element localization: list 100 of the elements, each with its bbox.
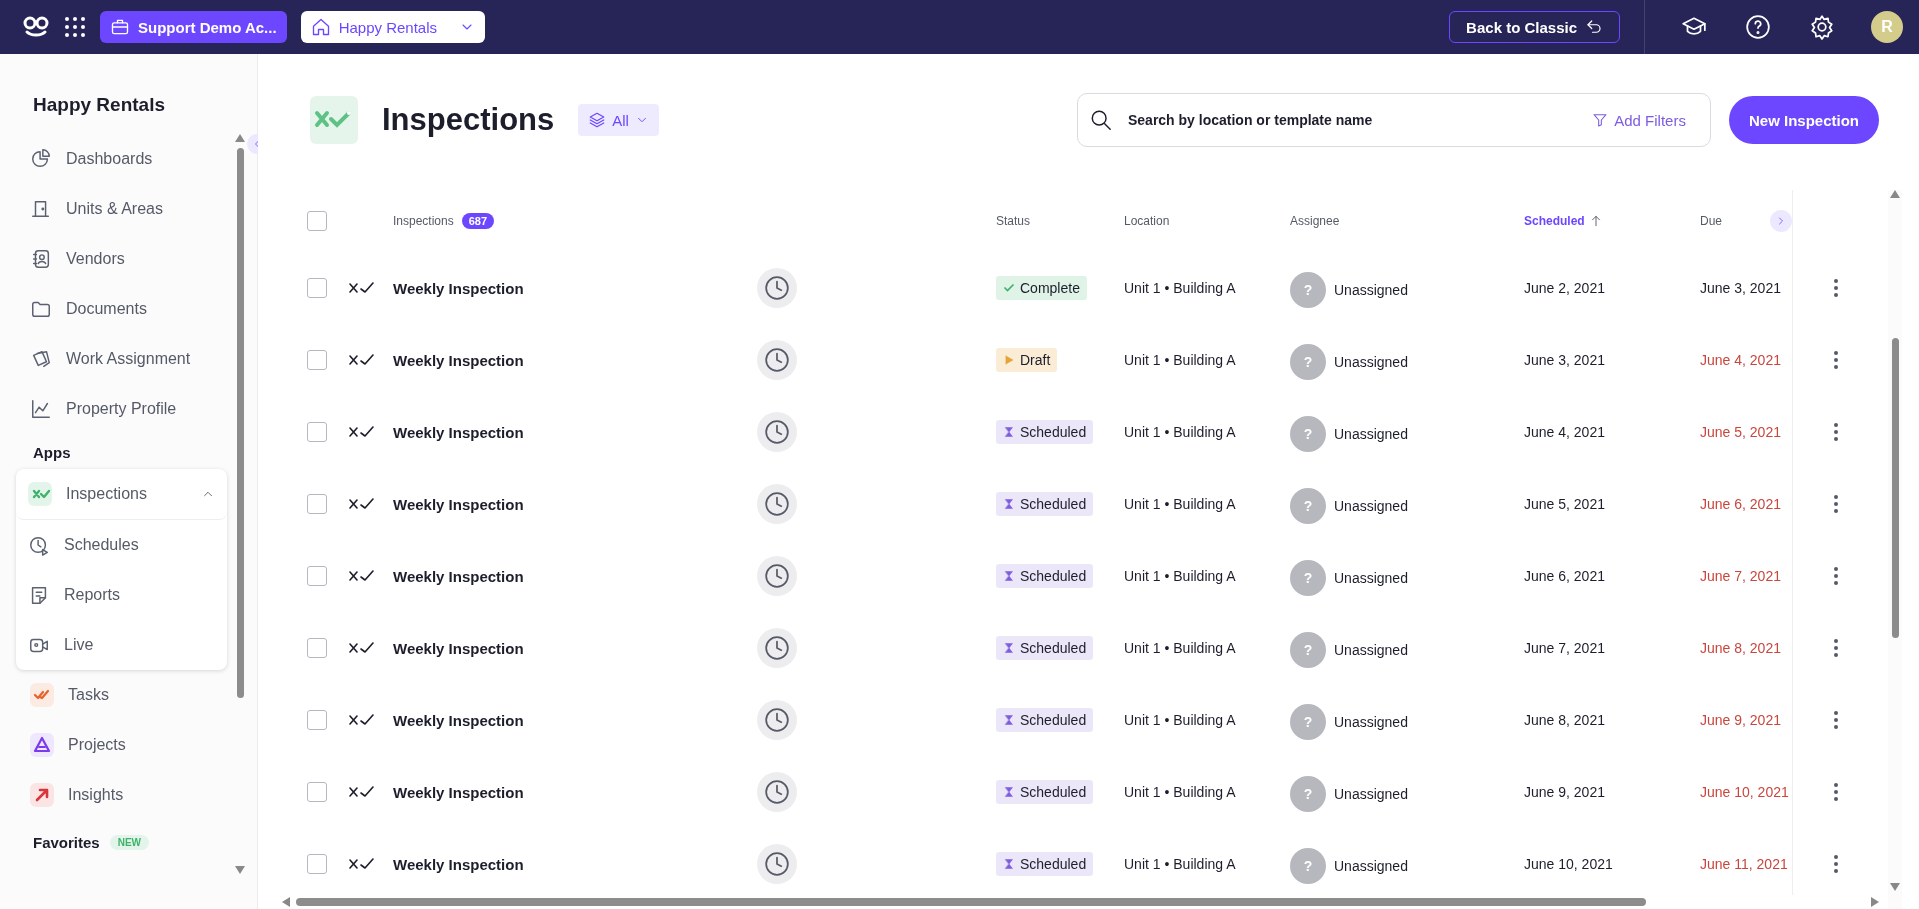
inspection-name[interactable]: Weekly Inspection <box>393 567 757 585</box>
status-badge: Scheduled <box>996 852 1094 876</box>
unassigned-avatar: ? <box>1290 704 1326 740</box>
page-title: Inspections <box>382 102 555 138</box>
assignee-cell: Unassigned <box>1334 714 1408 730</box>
row-checkbox[interactable] <box>307 350 327 370</box>
help-icon[interactable] <box>1745 14 1771 40</box>
more-options-icon[interactable] <box>1833 494 1839 514</box>
view-filter-dropdown[interactable]: All <box>578 104 659 136</box>
count-badge: 687 <box>461 213 495 229</box>
row-checkbox[interactable] <box>307 782 327 802</box>
contact-book-icon <box>30 248 52 270</box>
sidebar-item[interactable]: Reports <box>16 570 227 620</box>
column-header[interactable]: Location <box>1124 214 1170 228</box>
row-checkbox[interactable] <box>307 566 327 586</box>
sidebar-item[interactable]: Insights <box>16 770 233 820</box>
sidebar-item[interactable]: Units & Areas <box>16 184 233 234</box>
unassigned-avatar: ? <box>1290 560 1326 596</box>
assignee-cell: Unassigned <box>1334 786 1408 802</box>
apps-grid-icon[interactable] <box>64 16 86 38</box>
column-header[interactable]: Status <box>996 214 1031 228</box>
inspection-name[interactable]: Weekly Inspection <box>393 639 757 657</box>
hourglass-icon <box>1003 858 1015 870</box>
sidebar-item[interactable]: Projects <box>16 720 233 770</box>
back-to-classic-button[interactable]: Back to Classic <box>1449 11 1620 43</box>
unassigned-avatar: ? <box>1290 416 1326 452</box>
logo-icon[interactable] <box>22 15 50 39</box>
inspection-name[interactable]: Weekly Inspection <box>393 351 757 369</box>
due-date: June 9, 2021 <box>1700 712 1782 728</box>
scheduled-date: June 8, 2021 <box>1524 712 1606 728</box>
clock-icon <box>757 628 797 668</box>
sidebar-item[interactable]: Tasks <box>16 670 233 720</box>
search-field[interactable]: Search by location or template name Add Filters <box>1076 93 1711 147</box>
scheduled-date: June 6, 2021 <box>1524 568 1606 584</box>
column-header[interactable]: Scheduled <box>1524 213 1585 228</box>
sidebar-item[interactable]: Inspections <box>16 469 227 520</box>
more-options-icon[interactable] <box>1833 422 1839 442</box>
row-checkbox[interactable] <box>307 710 327 730</box>
scroll-down-icon[interactable] <box>235 866 245 874</box>
scroll-down-icon[interactable] <box>1890 883 1900 891</box>
sidebar-item[interactable]: Vendors <box>16 234 233 284</box>
sidebar-item[interactable]: Schedules <box>16 520 227 570</box>
clock-icon <box>757 844 797 884</box>
more-options-icon[interactable] <box>1833 350 1839 370</box>
settings-icon[interactable] <box>1809 14 1835 40</box>
layers-icon <box>588 111 607 129</box>
location-cell-text: Unit 1 • Building A <box>1124 280 1237 296</box>
cross-check-icon <box>348 713 374 727</box>
column-header[interactable]: Assignee <box>1290 214 1340 228</box>
scroll-up-icon[interactable] <box>1890 190 1900 198</box>
scrollbar-thumb[interactable] <box>1891 338 1899 638</box>
inspection-name[interactable]: Weekly Inspection <box>393 711 757 729</box>
account-button[interactable]: Support Demo Ac... <box>100 11 287 43</box>
sidebar-item[interactable]: Dashboards <box>16 134 233 184</box>
add-filters-button[interactable]: Add Filters <box>1586 110 1692 130</box>
sidebar-item[interactable]: Work Assignment <box>16 334 233 384</box>
undo-arrow-icon <box>1585 18 1603 36</box>
due-date: June 4, 2021 <box>1700 352 1782 368</box>
scheduled-date: June 10, 2021 <box>1524 856 1614 872</box>
more-options-icon[interactable] <box>1833 782 1839 802</box>
property-selector[interactable]: Happy Rentals <box>300 11 485 43</box>
unassigned-avatar: ? <box>1290 272 1326 308</box>
new-inspection-button[interactable]: New Inspection <box>1728 96 1879 144</box>
inspection-name[interactable]: Weekly Inspection <box>393 495 757 513</box>
inspection-name[interactable]: Weekly Inspection <box>393 279 757 297</box>
favorites-heading: Favorites <box>33 834 100 851</box>
horizontal-scrollbar-thumb[interactable] <box>296 898 1646 906</box>
row-checkbox[interactable] <box>307 638 327 658</box>
sidebar-item[interactable]: Live <box>16 620 227 670</box>
scheduled-date: June 2, 2021 <box>1524 280 1606 296</box>
column-header[interactable]: Inspections <box>393 214 454 228</box>
hourglass-icon <box>1003 426 1015 438</box>
location-cell-text: Unit 1 • Building A <box>1124 568 1237 584</box>
row-checkbox[interactable] <box>307 494 327 514</box>
inspection-name[interactable]: Weekly Inspection <box>393 855 757 873</box>
inspection-name[interactable]: Weekly Inspection <box>393 783 757 801</box>
cross-check-icon <box>348 641 374 655</box>
next-columns-button[interactable] <box>1770 210 1792 232</box>
more-options-icon[interactable] <box>1833 278 1839 298</box>
scroll-right-icon[interactable] <box>1871 897 1879 907</box>
select-all-checkbox[interactable] <box>307 211 327 231</box>
row-checkbox[interactable] <box>307 422 327 442</box>
inspection-name[interactable]: Weekly Inspection <box>393 423 757 441</box>
row-checkbox[interactable] <box>307 854 327 874</box>
unassigned-avatar: ? <box>1290 632 1326 668</box>
scrollbar-thumb[interactable] <box>236 148 244 698</box>
more-options-icon[interactable] <box>1833 710 1839 730</box>
arrow-up-right-icon <box>30 783 54 807</box>
column-header[interactable]: Due <box>1700 214 1722 228</box>
row-checkbox[interactable] <box>307 278 327 298</box>
more-options-icon[interactable] <box>1833 566 1839 586</box>
sidebar-item[interactable]: Property Profile <box>16 384 233 434</box>
door-icon <box>30 198 52 220</box>
sidebar-item[interactable]: Documents <box>16 284 233 334</box>
more-options-icon[interactable] <box>1833 854 1839 874</box>
scroll-up-icon[interactable] <box>235 134 245 142</box>
scroll-left-icon[interactable] <box>282 897 290 907</box>
clock-icon <box>757 772 797 812</box>
due-date: June 3, 2021 <box>1700 280 1782 296</box>
more-options-icon[interactable] <box>1833 638 1839 658</box>
